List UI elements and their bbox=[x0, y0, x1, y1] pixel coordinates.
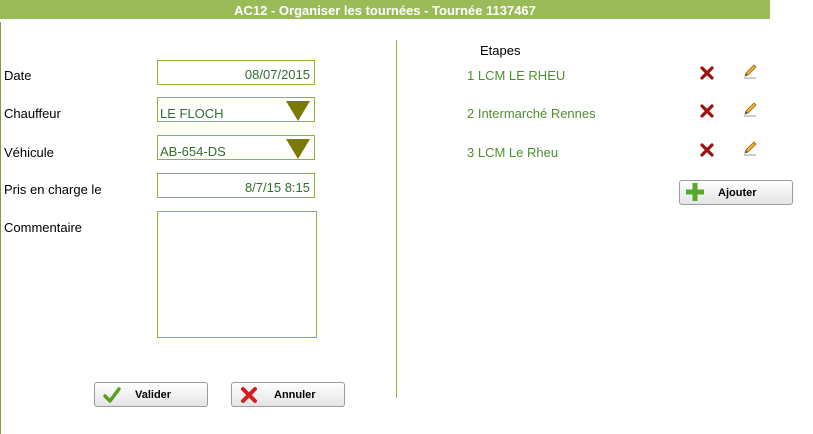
chauffeur-label: Chauffeur bbox=[4, 106, 61, 121]
etape-item-1[interactable]: 1 LCM LE RHEU bbox=[467, 68, 565, 83]
vehicule-label: Véhicule bbox=[4, 145, 54, 160]
add-etape-button-label: Ajouter bbox=[718, 187, 757, 199]
edit-pencil-icon[interactable] bbox=[742, 101, 758, 117]
validate-button-label: Valider bbox=[135, 389, 172, 401]
commentaire-textarea[interactable] bbox=[157, 211, 317, 338]
cancel-button[interactable]: Annuler bbox=[231, 382, 345, 407]
validate-button[interactable]: Valider bbox=[94, 382, 208, 407]
edit-pencil-icon[interactable] bbox=[742, 63, 758, 79]
add-etape-button[interactable]: Ajouter bbox=[679, 180, 793, 205]
pris-en-charge-label: Pris en charge le bbox=[4, 182, 102, 197]
delete-icon[interactable] bbox=[699, 65, 715, 81]
etapes-title: Etapes bbox=[480, 43, 521, 58]
delete-icon[interactable] bbox=[699, 103, 715, 119]
date-label: Date bbox=[4, 68, 32, 83]
pris-en-charge-field[interactable]: 8/7/15 8:15 bbox=[157, 173, 315, 198]
window-title: AC12 - Organiser les tournées - Tournée … bbox=[0, 0, 770, 19]
date-field[interactable]: 08/07/2015 bbox=[157, 60, 315, 85]
etape-item-3[interactable]: 3 LCM Le Rheu bbox=[467, 145, 558, 160]
pris-en-charge-value: 8/7/15 8:15 bbox=[244, 180, 310, 195]
delete-icon[interactable] bbox=[699, 142, 715, 158]
checkmark-icon bbox=[103, 387, 121, 403]
vehicule-select[interactable]: AB-654-DS bbox=[157, 135, 315, 160]
dropdown-arrow-icon[interactable] bbox=[286, 101, 310, 121]
date-value: 08/07/2015 bbox=[244, 67, 310, 82]
cancel-x-icon bbox=[241, 387, 257, 403]
vehicule-value: AB-654-DS bbox=[160, 144, 226, 159]
dropdown-arrow-icon[interactable] bbox=[286, 139, 310, 159]
left-border bbox=[0, 22, 1, 434]
edit-pencil-icon[interactable] bbox=[742, 140, 758, 156]
chauffeur-value: LE FLOCH bbox=[160, 106, 224, 121]
section-divider bbox=[396, 40, 397, 398]
commentaire-label: Commentaire bbox=[4, 220, 83, 235]
cancel-button-label: Annuler bbox=[274, 389, 316, 401]
chauffeur-select[interactable]: LE FLOCH bbox=[157, 97, 315, 122]
plus-icon bbox=[686, 183, 704, 201]
etape-item-2[interactable]: 2 Intermarché Rennes bbox=[467, 106, 596, 121]
